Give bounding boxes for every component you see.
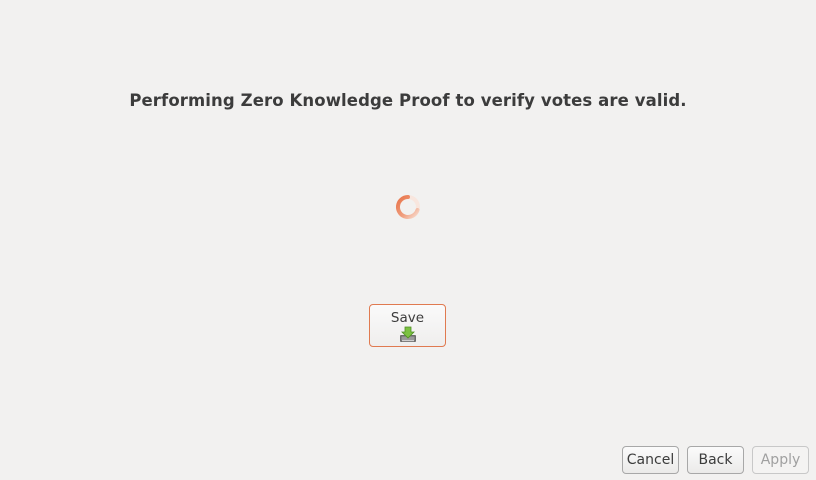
back-button[interactable]: Back <box>687 446 744 474</box>
window-content: Performing Zero Knowledge Proof to verif… <box>0 0 816 480</box>
download-save-icon <box>399 326 416 342</box>
save-button[interactable]: Save <box>369 304 446 347</box>
cancel-button[interactable]: Cancel <box>622 446 679 474</box>
loading-spinner-icon <box>395 194 420 219</box>
save-button-label: Save <box>390 310 425 326</box>
apply-button[interactable]: Apply <box>752 446 809 474</box>
page-title: Performing Zero Knowledge Proof to verif… <box>129 91 687 110</box>
